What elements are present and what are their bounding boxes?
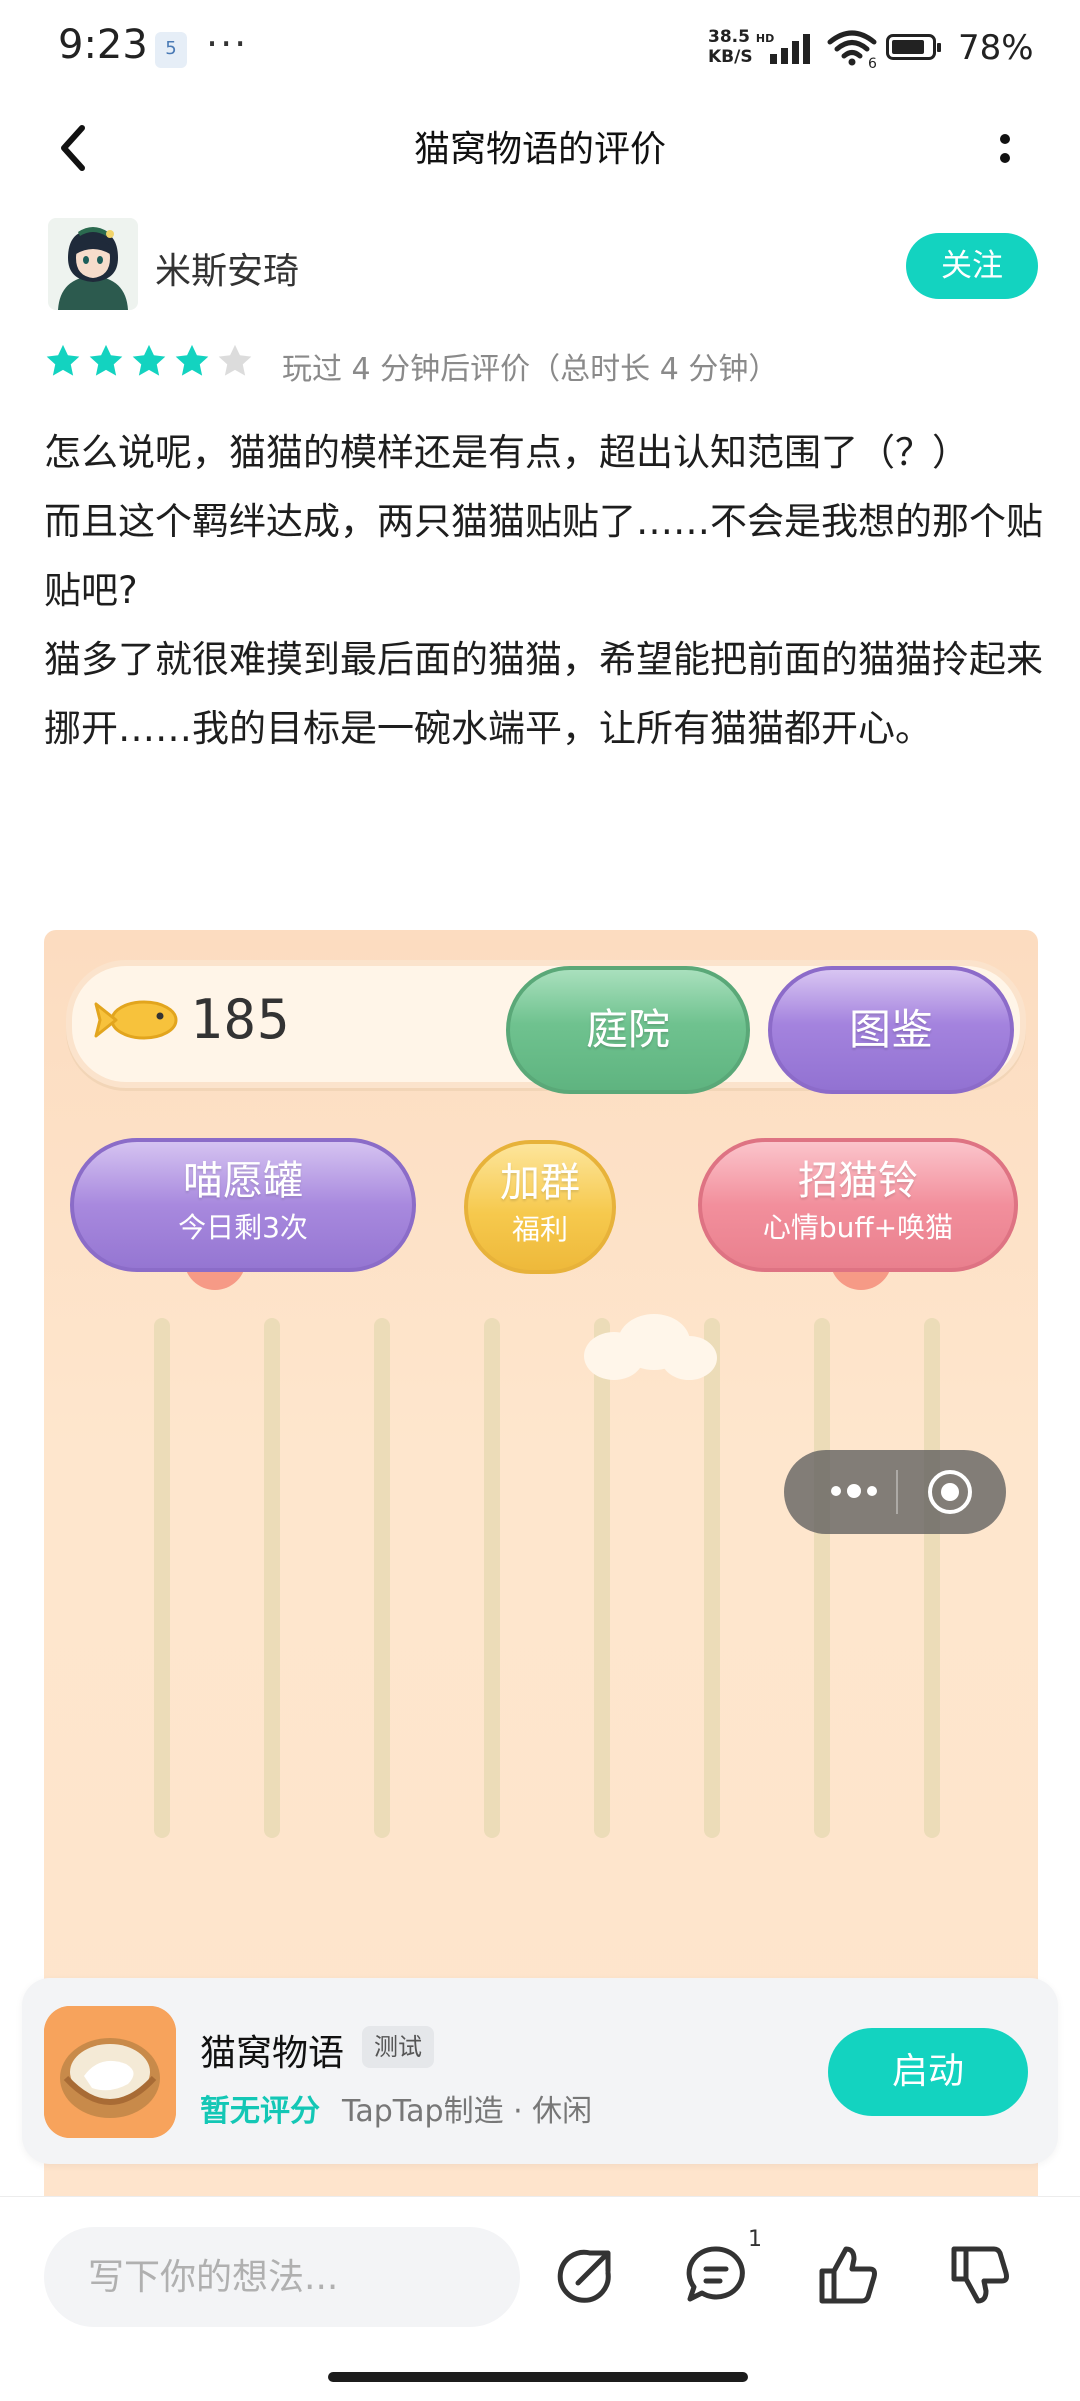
play-time-note: 玩过 4 分钟后评价（总时长 4 分钟） (282, 352, 779, 387)
app-icon (44, 2006, 176, 2138)
scratch-post (704, 1318, 720, 1838)
courtyard-label: 庭院 (585, 1005, 670, 1054)
join-group-title: 加群 (500, 1160, 580, 1206)
scratch-post (924, 1318, 940, 1838)
wish-jar-subtitle: 今日剩3次 (178, 1211, 308, 1244)
status-time: 9:23 (58, 22, 148, 68)
notification-badge: 5 (155, 32, 187, 68)
fish-icon (94, 1000, 178, 1040)
wish-jar-title: 喵愿罐 (183, 1158, 303, 1204)
scratch-post (374, 1318, 390, 1838)
atlas-button[interactable]: 图鉴 (768, 966, 1014, 1094)
capsule-divider (896, 1470, 898, 1514)
wish-jar-button[interactable]: 喵愿罐 今日剩3次 (70, 1138, 416, 1272)
wifi-icon: 6 (827, 30, 877, 68)
battery-icon (886, 34, 941, 60)
avatar[interactable] (48, 218, 138, 310)
network-speed: 38.5 HD KB/S (708, 28, 774, 66)
app-meta: TapTap制造 · 休闲 (342, 2094, 593, 2129)
more-notifications-icon: ··· (206, 22, 249, 66)
scratch-post (594, 1318, 610, 1838)
review-paragraph: 而且这个羁绊达成，两只猫猫贴贴了……不会是我想的那个贴贴吧? (44, 500, 1043, 612)
join-group-subtitle: 福利 (511, 1213, 568, 1246)
app-score: 暂无评分 (200, 2094, 320, 2129)
status-bar: 9:23 5 ··· 38.5 HD KB/S 6 78% (0, 0, 1080, 95)
net-speed-value: 38.5 (708, 27, 750, 47)
star-icon (132, 344, 166, 376)
cat-bell-subtitle: 心情buff+唤猫 (762, 1211, 954, 1244)
share-icon[interactable] (550, 2239, 622, 2311)
scratch-post (264, 1318, 280, 1838)
net-speed-unit: KB/S (708, 47, 753, 67)
miniprogram-capsule (784, 1450, 1006, 1534)
cloud-icon (584, 1314, 717, 1380)
star-icon (46, 344, 80, 376)
home-indicator[interactable] (328, 2372, 748, 2382)
reply-count: 1 (748, 2227, 762, 2252)
rating-stars (44, 342, 254, 380)
scratch-post (814, 1318, 830, 1838)
battery-percent: 78% (958, 28, 1034, 68)
review-paragraph: 猫多了就很难摸到最后面的猫猫，希望能把前面的猫猫拎起来挪开……我的目标是一碗水端… (44, 638, 1043, 750)
cat-bell-title: 招猫铃 (798, 1158, 918, 1204)
comment-input[interactable] (44, 2227, 520, 2327)
bottom-action-bar: 1 (0, 2196, 1080, 2401)
join-group-button[interactable]: 加群 福利 (464, 1140, 616, 1274)
app-status-badge: 测试 (362, 2026, 434, 2068)
app-card[interactable]: 猫窝物语 测试 暂无评分 TapTap制造 · 休闲 启动 (22, 1978, 1058, 2164)
more-icon[interactable] (814, 1466, 894, 1516)
page-title: 猫窝物语的评价 (413, 129, 666, 170)
cat-bell-button[interactable]: 招猫铃 心情buff+唤猫 (698, 1138, 1018, 1272)
close-target-icon[interactable] (922, 1464, 978, 1520)
comment-icon[interactable] (680, 2239, 752, 2311)
launch-button[interactable]: 启动 (828, 2028, 1028, 2116)
review-paragraph: 怎么说呢，猫猫的模样还是有点，超出认知范围了（？） (44, 431, 969, 474)
star-icon (89, 344, 123, 376)
cellular-signal-icon (770, 34, 810, 64)
fish-count: 185 (190, 988, 291, 1051)
courtyard-button[interactable]: 庭院 (506, 966, 750, 1094)
wifi-label: 6 (868, 56, 877, 68)
thumbs-down-icon[interactable] (944, 2239, 1016, 2311)
author-name[interactable]: 米斯安琦 (155, 242, 299, 294)
review-body: 怎么说呢，猫猫的模样还是有点，超出认知范围了（？） 而且这个羁绊达成，两只猫猫贴… (44, 418, 1044, 763)
star-empty-icon (218, 344, 252, 376)
star-icon (175, 344, 209, 376)
scratch-post (154, 1318, 170, 1838)
more-options-icon[interactable] (980, 120, 1030, 180)
app-name: 猫窝物语 (200, 2033, 345, 2074)
atlas-label: 图鉴 (848, 1005, 933, 1054)
scratch-post (484, 1318, 500, 1838)
follow-button[interactable]: 关注 (906, 233, 1038, 299)
thumbs-up-icon[interactable] (812, 2239, 884, 2311)
